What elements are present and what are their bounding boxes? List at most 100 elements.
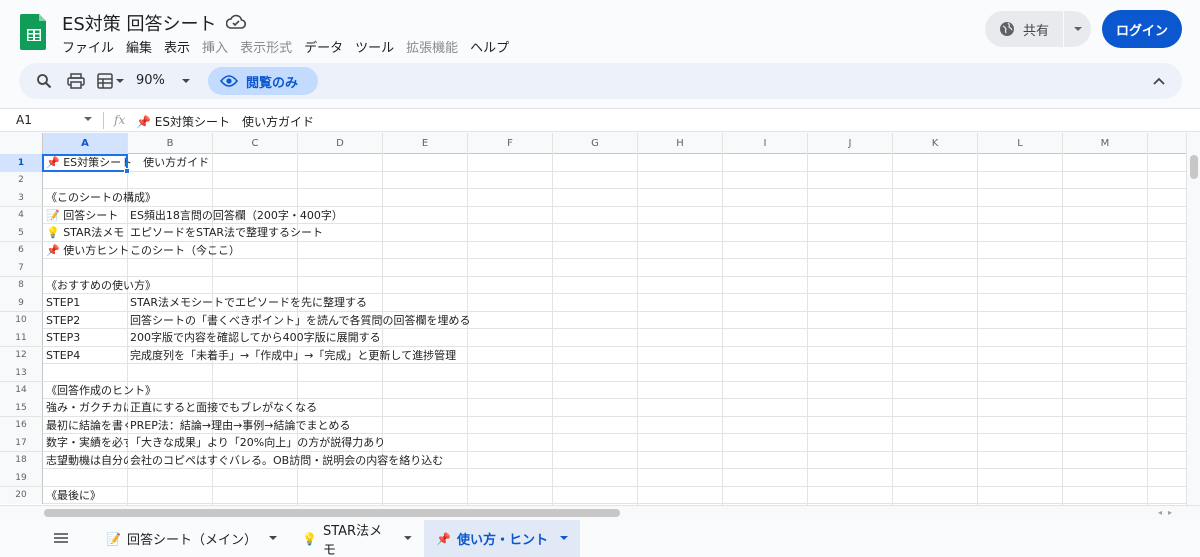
cell-a[interactable]: STEP1: [46, 294, 128, 311]
row-header[interactable]: 7: [0, 259, 43, 276]
view-only-button[interactable]: 閲覧のみ: [208, 67, 318, 95]
menu-item[interactable]: 拡張機能: [406, 37, 466, 56]
print-icon[interactable]: [63, 67, 89, 95]
search-icon[interactable]: [31, 67, 57, 95]
cell-a[interactable]: [46, 469, 526, 486]
zoom-level[interactable]: 90%: [136, 73, 165, 88]
row-header[interactable]: 8: [0, 276, 43, 294]
row-header[interactable]: 20: [0, 486, 43, 504]
row-header[interactable]: 10: [0, 311, 43, 329]
cloud-saved-icon[interactable]: [226, 13, 246, 31]
row-header[interactable]: 9: [0, 294, 43, 311]
all-sheets-menu-icon[interactable]: [52, 529, 70, 547]
row-header[interactable]: 16: [0, 416, 43, 434]
row-header[interactable]: 4: [0, 206, 43, 224]
horizontal-scrollbar[interactable]: ◂▸: [0, 505, 1200, 520]
menu-item[interactable]: 挿入: [202, 37, 236, 56]
row-header[interactable]: 1: [0, 154, 43, 171]
cell-b[interactable]: エピソードをSTAR法で整理するシート: [130, 224, 323, 241]
cell-b[interactable]: このシート（今ここ）: [130, 242, 240, 259]
row-header[interactable]: 18: [0, 451, 43, 469]
cell-b[interactable]: ES頻出18言問の回答欄（200字・400字）: [130, 207, 343, 224]
column-header[interactable]: J: [808, 133, 893, 154]
row-header[interactable]: 2: [0, 171, 43, 189]
cell-b[interactable]: 正直にすると面接でもブレがなくなる: [130, 399, 317, 416]
cell-a[interactable]: [46, 172, 526, 189]
column-header[interactable]: L: [978, 133, 1063, 154]
sheet-tab[interactable]: 💡 STAR法メモ: [290, 520, 424, 557]
column-header[interactable]: I: [723, 133, 808, 154]
row-header[interactable]: 17: [0, 434, 43, 451]
sheet-view-dropdown[interactable]: [93, 67, 127, 95]
cell-b[interactable]: 「大きな成果」より「20%向上」の方が説得力あり: [130, 434, 385, 451]
cell-b[interactable]: 完成度列を「未着手」→「作成中」→「完成」と更新して進捗管理: [130, 347, 456, 364]
share-dropdown-icon[interactable]: [1064, 11, 1091, 47]
column-header[interactable]: K: [893, 133, 978, 154]
menu-item[interactable]: ファイル: [62, 37, 122, 56]
row-header[interactable]: 15: [0, 399, 43, 416]
document-title[interactable]: ES対策 回答シート: [62, 10, 217, 36]
vertical-scroll-thumb[interactable]: [1190, 155, 1198, 179]
chevron-down-icon[interactable]: [404, 536, 412, 541]
column-header[interactable]: G: [553, 133, 638, 154]
formula-input[interactable]: 📌 ES対策シート 使い方ガイド: [136, 113, 314, 130]
cell-a[interactable]: 《回答作成のヒント》: [46, 382, 526, 399]
cell-a[interactable]: 強み・ガクチカは: [46, 399, 128, 416]
select-all-corner[interactable]: [0, 133, 43, 154]
column-header[interactable]: C: [213, 133, 298, 154]
column-header[interactable]: H: [638, 133, 723, 154]
name-box-dropdown-icon[interactable]: [84, 117, 92, 122]
menu-item[interactable]: 表示形式: [240, 37, 300, 56]
cell-a[interactable]: 《おすすめの使い方》: [46, 277, 526, 294]
sheets-logo-icon[interactable]: [20, 12, 48, 50]
horizontal-scroll-thumb[interactable]: [44, 509, 620, 517]
column-header[interactable]: A: [43, 133, 128, 154]
cell-a[interactable]: 志望動機は自分の: [46, 452, 128, 469]
column-header[interactable]: D: [298, 133, 383, 154]
menu-item[interactable]: 編集: [126, 37, 160, 56]
scroll-arrows-icon[interactable]: ◂▸: [1158, 508, 1178, 517]
cell-b[interactable]: 会社のコピペはすぐバレる。OB訪問・説明会の内容を絡り込む: [130, 452, 443, 469]
chevron-down-icon[interactable]: [268, 536, 277, 541]
cell-a[interactable]: [46, 259, 526, 276]
row-header[interactable]: 11: [0, 329, 43, 346]
cell-a[interactable]: 📌 使い方ヒント: [46, 242, 128, 259]
cell-a[interactable]: [46, 364, 526, 381]
sheet-tab[interactable]: 📌 使い方・ヒント: [424, 520, 580, 557]
menu-item[interactable]: データ: [304, 37, 351, 56]
row-header[interactable]: 5: [0, 224, 43, 241]
login-button[interactable]: ログイン: [1102, 10, 1182, 48]
column-header[interactable]: E: [383, 133, 468, 154]
cell-b[interactable]: 200字版で内容を確認してから400字版に展開する: [130, 329, 381, 346]
fill-handle[interactable]: [124, 168, 130, 174]
row-header[interactable]: 3: [0, 189, 43, 206]
row-header[interactable]: 6: [0, 241, 43, 259]
column-header[interactable]: F: [468, 133, 553, 154]
chevron-down-icon[interactable]: [559, 536, 568, 541]
cell-a[interactable]: 《このシートの構成》: [46, 189, 526, 206]
spreadsheet-grid[interactable]: ABCDEFGHIJKLM 1 📌 ES対策シート 使い方ガイド 2 3 《このシートの…: [0, 133, 1186, 505]
cell-b[interactable]: PREP法：結論→理由→事例→結論でまとめる: [130, 417, 351, 434]
cell-a[interactable]: 《最後に》: [46, 487, 526, 504]
cell-a[interactable]: 📝 回答シート: [46, 207, 128, 224]
row-header[interactable]: 14: [0, 381, 43, 399]
zoom-dropdown-icon[interactable]: [179, 67, 193, 95]
row-header[interactable]: 12: [0, 346, 43, 364]
vertical-scrollbar[interactable]: [1186, 133, 1200, 505]
share-button[interactable]: 共有: [985, 11, 1063, 47]
name-box[interactable]: A1: [16, 113, 32, 127]
cell-a[interactable]: 最初に結論を書く: [46, 417, 128, 434]
sheet-tab[interactable]: 📝 回答シート（メイン）: [94, 520, 290, 557]
row-header[interactable]: 13: [0, 364, 43, 381]
cell-a[interactable]: 💡 STAR法メモ: [46, 224, 128, 241]
menu-item[interactable]: ツール: [355, 37, 402, 56]
cell-a[interactable]: STEP3: [46, 329, 128, 346]
column-header[interactable]: B: [128, 133, 213, 154]
cell-b[interactable]: STAR法メモシートでエピソードを先に整理する: [130, 294, 367, 311]
collapse-menus-icon[interactable]: [1147, 69, 1171, 93]
menu-item[interactable]: ヘルプ: [470, 37, 517, 56]
cell-a[interactable]: STEP2: [46, 312, 128, 329]
row-header[interactable]: 19: [0, 469, 43, 486]
cell-b[interactable]: 回答シートの「書くべきポイント」を読んで各質問の回答欄を埋める: [130, 312, 470, 329]
cell-a[interactable]: STEP4: [46, 347, 128, 364]
